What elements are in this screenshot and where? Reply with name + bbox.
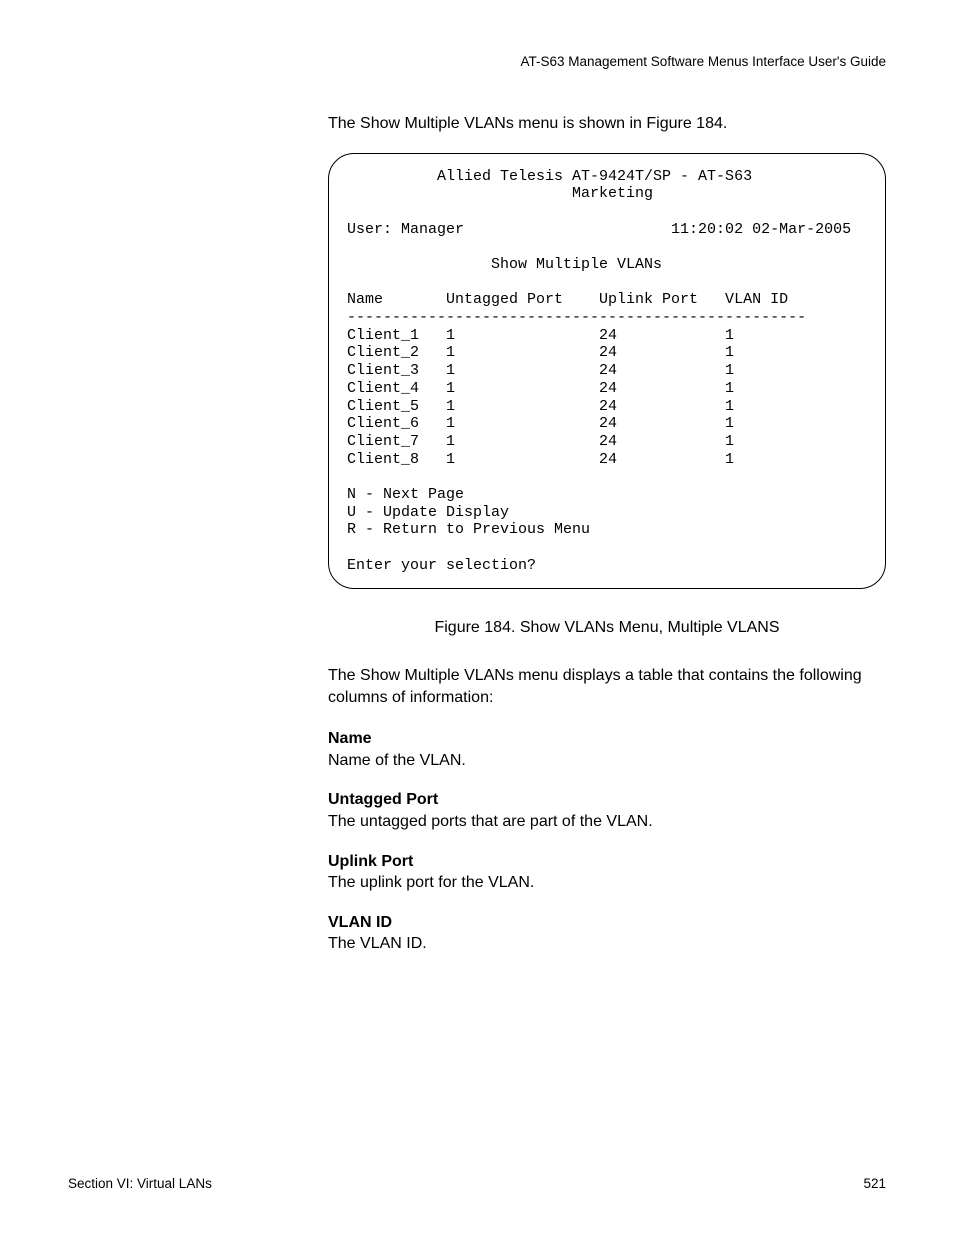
text-vlanid: The VLAN ID. xyxy=(328,933,886,955)
term-untagged: Untagged Port xyxy=(328,789,886,811)
header-guide-title: AT-S63 Management Software Menus Interfa… xyxy=(68,54,886,69)
terminal-screen: Allied Telesis AT-9424T/SP - AT-S63 Mark… xyxy=(328,153,886,590)
description-intro: The Show Multiple VLANs menu displays a … xyxy=(328,665,886,708)
term-name: Name xyxy=(328,728,886,750)
definition-untagged-port: Untagged Port The untagged ports that ar… xyxy=(328,789,886,832)
definition-uplink-port: Uplink Port The uplink port for the VLAN… xyxy=(328,851,886,894)
text-untagged: The untagged ports that are part of the … xyxy=(328,811,886,833)
footer-page-number: 521 xyxy=(863,1176,886,1191)
term-vlanid: VLAN ID xyxy=(328,912,886,934)
main-content: The Show Multiple VLANs menu is shown in… xyxy=(328,113,886,955)
definition-name: Name Name of the VLAN. xyxy=(328,728,886,771)
definition-vlan-id: VLAN ID The VLAN ID. xyxy=(328,912,886,955)
page-footer: Section VI: Virtual LANs 521 xyxy=(68,1176,886,1191)
footer-section: Section VI: Virtual LANs xyxy=(68,1176,212,1191)
intro-text: The Show Multiple VLANs menu is shown in… xyxy=(328,113,886,135)
text-uplink: The uplink port for the VLAN. xyxy=(328,872,886,894)
figure-caption: Figure 184. Show VLANs Menu, Multiple VL… xyxy=(328,617,886,639)
term-uplink: Uplink Port xyxy=(328,851,886,873)
document-page: AT-S63 Management Software Menus Interfa… xyxy=(0,0,954,1235)
text-name: Name of the VLAN. xyxy=(328,750,886,772)
